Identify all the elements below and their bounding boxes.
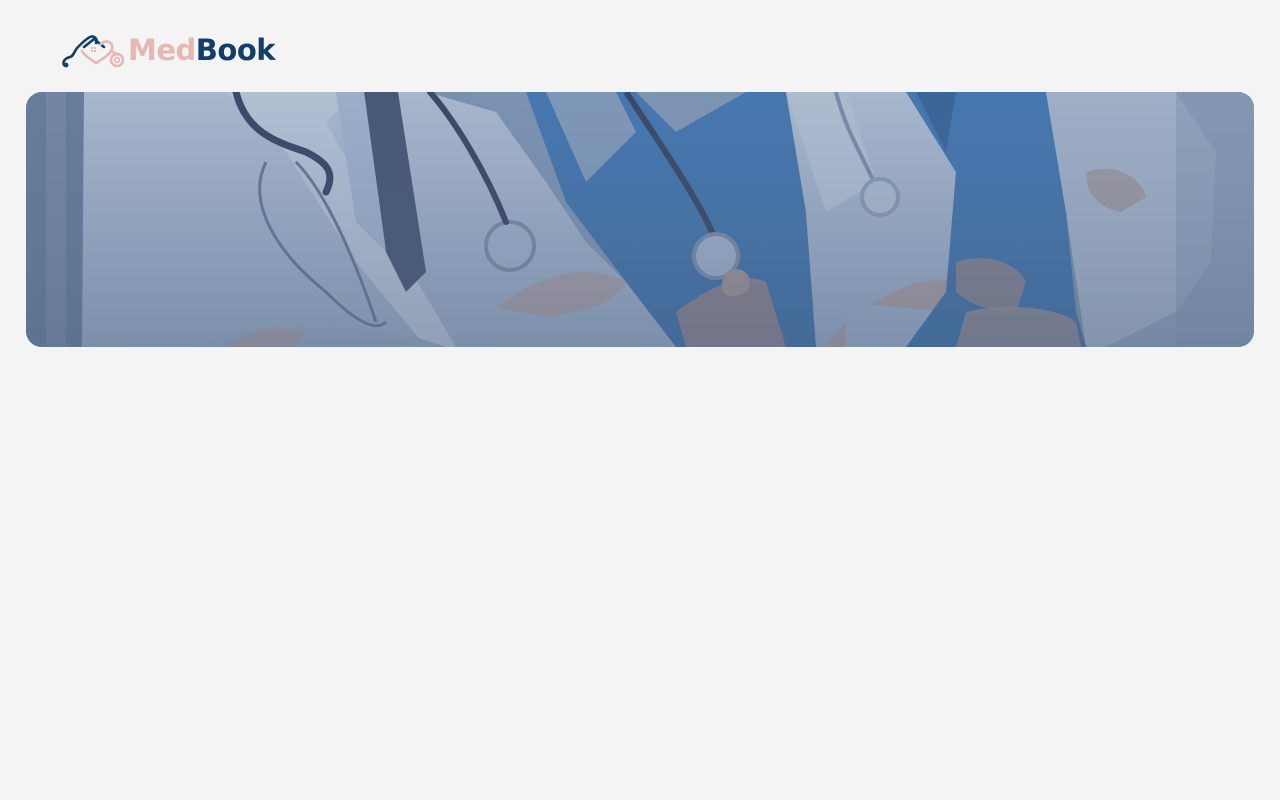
logo-wordmark: MedBook [128, 32, 276, 68]
medbook-logo-link[interactable]: MedBook [60, 32, 276, 69]
site-header: MedBook [0, 0, 1280, 92]
logo-word-book: Book [195, 33, 276, 67]
logo-word-med: Med [128, 33, 196, 67]
hero-banner [26, 92, 1254, 347]
stethoscope-heart-icon [62, 35, 125, 68]
doctors-team-photo [26, 92, 1254, 347]
